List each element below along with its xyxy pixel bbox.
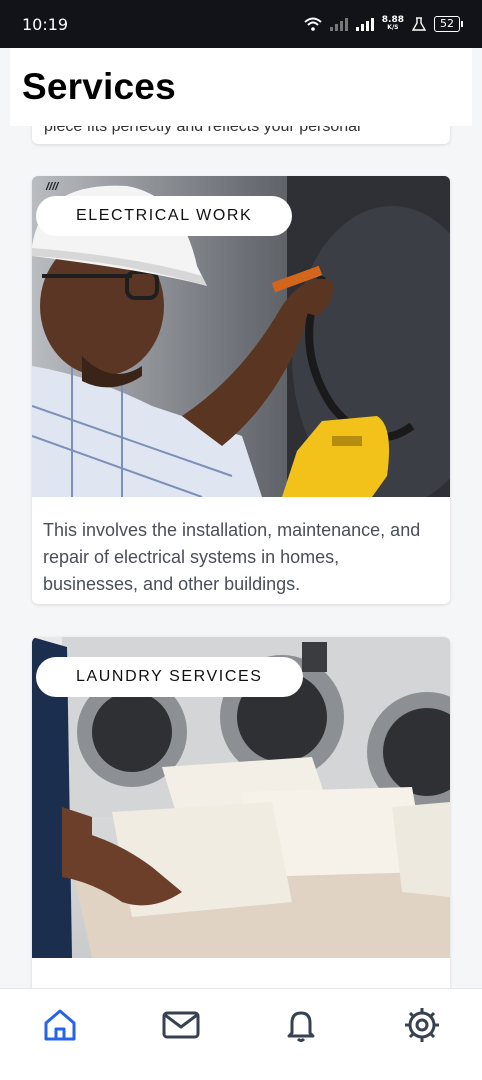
signal-sim2-icon — [355, 17, 374, 31]
status-icons: 8.88 K/S 52 — [304, 16, 463, 32]
settings-icon — [404, 1008, 439, 1042]
service-tag: ELECTRICAL WORK — [36, 196, 293, 236]
laundry-photo: LAUNDRY SERVICES — [32, 637, 450, 958]
wifi-icon — [304, 17, 322, 31]
bell-icon — [287, 1011, 315, 1042]
nav-messages[interactable] — [151, 1003, 211, 1047]
service-card-laundry[interactable]: LAUNDRY SERVICES — [32, 637, 450, 988]
page-header: Services — [10, 48, 472, 126]
service-tag: LAUNDRY SERVICES — [36, 657, 303, 697]
mail-icon — [162, 1011, 200, 1039]
nav-home[interactable] — [30, 1003, 90, 1047]
service-description: This involves the installation, maintena… — [43, 520, 421, 594]
network-speed-value: 8.88 — [381, 15, 404, 25]
page-title: Services — [22, 66, 176, 107]
nav-notifications[interactable] — [271, 1003, 331, 1047]
services-scroll-area[interactable]: Services piece fits perfectly and reflec… — [0, 48, 482, 988]
service-description — [32, 958, 450, 978]
signal-sim1-icon — [329, 17, 348, 31]
bottom-navigation — [0, 988, 482, 1080]
status-bar: 10:19 8.88 K/S 52 — [0, 0, 482, 48]
battery-indicator: 52 — [434, 16, 463, 32]
network-speed: 8.88 K/S — [382, 16, 404, 32]
electrician-photo: //// ELECTRICAL WORK — [32, 176, 450, 497]
home-icon — [44, 1009, 76, 1041]
svg-text:////: //// — [45, 181, 60, 193]
network-speed-unit: K/S — [387, 24, 399, 31]
service-card-electrical[interactable]: //// ELECTRICAL WORK This involves the i… — [32, 176, 450, 604]
nav-settings[interactable] — [392, 1003, 452, 1047]
lab-flask-icon — [412, 17, 426, 31]
status-time: 10:19 — [22, 14, 69, 34]
